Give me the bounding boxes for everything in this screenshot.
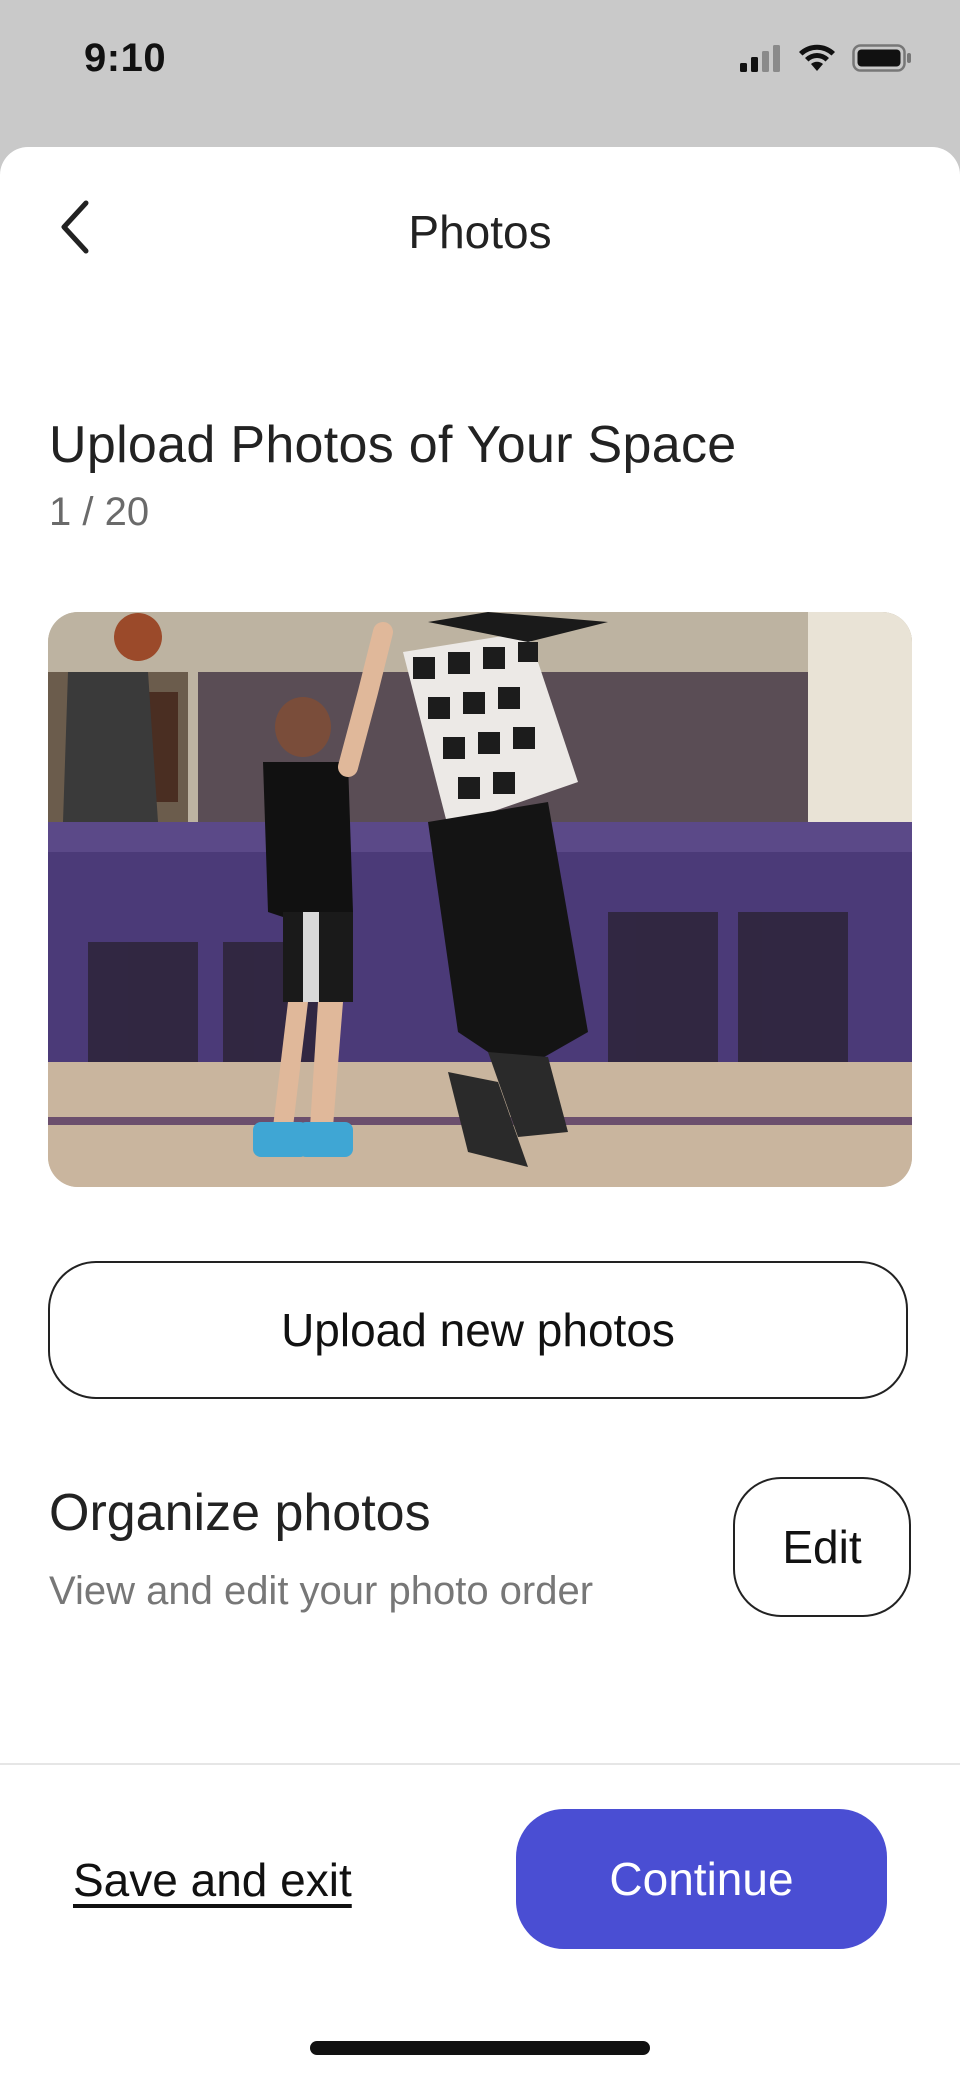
- organize-photos-title: Organize photos: [49, 1484, 431, 1542]
- status-time: 9:10: [84, 36, 167, 80]
- cellular-signal-icon: [740, 44, 782, 77]
- status-bar: 9:10: [0, 0, 960, 130]
- page-title: Upload Photos of Your Space: [49, 416, 737, 474]
- photo-count: 1 / 20: [49, 490, 150, 534]
- footer-divider: [0, 1763, 960, 1765]
- battery-icon: [852, 44, 912, 77]
- nav-bar: Photos: [0, 147, 960, 317]
- photos-sheet: Photos Upload Photos of Your Space 1 / 2…: [0, 147, 960, 2079]
- nav-title: Photos: [408, 206, 552, 258]
- uploaded-photo-thumbnail[interactable]: [48, 612, 912, 1187]
- organize-photos-subtitle: View and edit your photo order: [49, 1569, 594, 1613]
- wifi-icon: [798, 44, 836, 77]
- edit-photo-order-button[interactable]: Edit: [733, 1477, 911, 1617]
- save-and-exit-link[interactable]: Save and exit: [73, 1853, 352, 1907]
- screen: 9:10 Photos Upload Photos of Your Space …: [0, 0, 960, 2079]
- upload-new-photos-button[interactable]: Upload new photos: [48, 1261, 908, 1399]
- status-icons: [740, 44, 912, 77]
- home-indicator[interactable]: [310, 2041, 650, 2055]
- continue-button[interactable]: Continue: [516, 1809, 887, 1949]
